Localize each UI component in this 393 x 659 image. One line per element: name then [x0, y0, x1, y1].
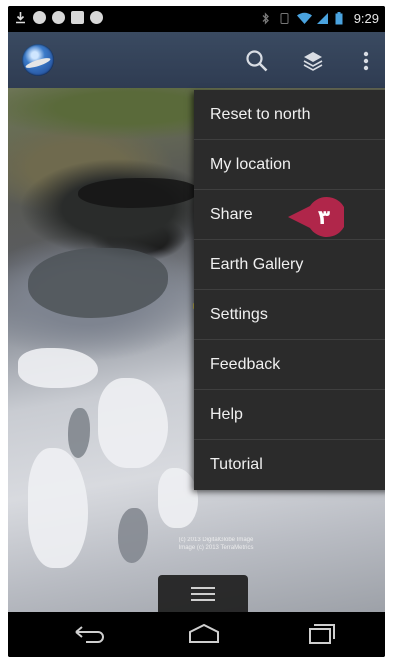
back-icon[interactable]: [68, 620, 108, 648]
download-icon: [14, 11, 27, 24]
check-icon: [52, 11, 65, 24]
terrain-snow: [18, 348, 98, 388]
bluetooth-icon: [259, 12, 272, 25]
terrain-rock: [118, 508, 148, 563]
home-icon[interactable]: [184, 620, 224, 648]
recent-apps-icon[interactable]: [302, 620, 342, 648]
overflow-menu-icon[interactable]: [360, 48, 372, 74]
copyright-line: Image (c) 2013 TerraMetrics: [178, 545, 254, 551]
search-icon[interactable]: [244, 48, 270, 74]
terrain-snow: [158, 468, 198, 528]
terrain-rock: [68, 408, 90, 458]
layers-icon[interactable]: [300, 48, 326, 74]
action-bar: [8, 32, 385, 88]
terrain-snow: [98, 378, 168, 468]
menu-item-tutorial[interactable]: Tutorial: [194, 440, 385, 490]
wifi-icon: [296, 12, 312, 25]
image-icon: [71, 11, 84, 24]
chat-icon: [33, 11, 46, 24]
navigation-bar: [8, 612, 385, 657]
game-icon: [90, 11, 103, 24]
google-earth-logo[interactable]: [22, 44, 54, 76]
signal-icon: [316, 12, 329, 25]
drawer-handle[interactable]: [158, 575, 248, 613]
menu-item-earth-gallery[interactable]: Earth Gallery: [194, 240, 385, 290]
terrain-snow: [28, 448, 88, 568]
callout-number: ٣: [318, 205, 330, 229]
battery-icon: [335, 12, 348, 25]
copyright-line: (c) 2013 DigitalGlobe Image: [178, 537, 254, 543]
overflow-menu: Reset to north My location Share Earth G…: [194, 90, 385, 490]
menu-item-reset-to-north[interactable]: Reset to north: [194, 90, 385, 140]
phone-screen: 9:29 (c) 2013 DigitalGlobe Image Image (…: [8, 6, 385, 657]
step-callout: ٣: [288, 194, 347, 240]
terrain-shadow: [78, 178, 198, 208]
terrain-rock: [28, 248, 168, 318]
status-time: 9:29: [353, 11, 379, 26]
rotate-icon: [278, 12, 291, 25]
menu-item-settings[interactable]: Settings: [194, 290, 385, 340]
menu-item-my-location[interactable]: My location: [194, 140, 385, 190]
menu-item-feedback[interactable]: Feedback: [194, 340, 385, 390]
status-bar: 9:29: [8, 6, 385, 32]
menu-item-help[interactable]: Help: [194, 390, 385, 440]
imagery-copyright: (c) 2013 DigitalGlobe Image Image (c) 20…: [146, 536, 286, 552]
